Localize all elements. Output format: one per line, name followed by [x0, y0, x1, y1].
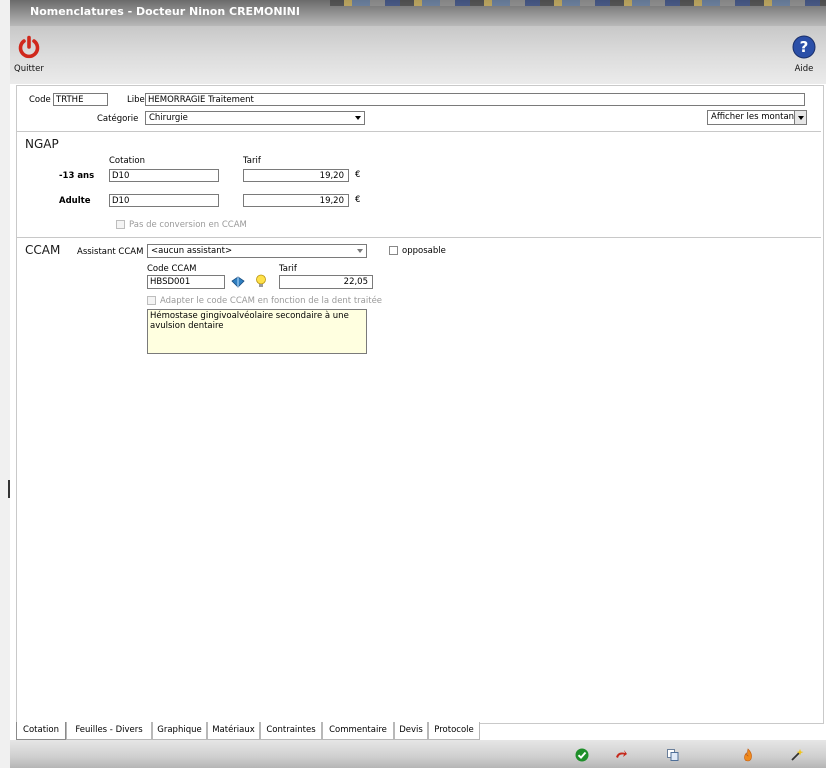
- ccam-tarif-field[interactable]: 22,05: [279, 275, 373, 289]
- chevron-down-icon: [357, 249, 363, 253]
- adapt-label: Adapter le code CCAM en fonction de la d…: [160, 296, 383, 306]
- window-title: Nomenclatures - Docteur Ninon CREMONINI: [30, 5, 300, 18]
- adapt-checkbox[interactable]: [147, 296, 156, 305]
- ngap-tarif-header: Tarif: [243, 156, 261, 166]
- divider: [17, 131, 821, 132]
- assistant-select[interactable]: <aucun assistant>: [147, 244, 367, 258]
- book-icon[interactable]: [231, 275, 245, 289]
- tab-contraintes[interactable]: Contraintes: [260, 722, 322, 740]
- ccam-code-header: Code CCAM: [147, 264, 197, 274]
- chevron-down-icon: [355, 116, 361, 120]
- copy-icon[interactable]: [666, 748, 680, 762]
- tab-commentaire[interactable]: Commentaire: [322, 722, 394, 740]
- ccam-tarif-header: Tarif: [279, 264, 297, 274]
- help-icon: ?: [792, 35, 816, 59]
- tab-protocole[interactable]: Protocole: [428, 722, 480, 740]
- currency-symbol: €: [355, 195, 361, 205]
- ngap-row-label: -13 ans: [59, 171, 95, 181]
- svg-text:?: ?: [800, 38, 809, 56]
- tab-cotation[interactable]: Cotation: [16, 722, 66, 740]
- title-bar: Nomenclatures - Docteur Ninon CREMONINI: [10, 0, 826, 26]
- ngap-tarif-field[interactable]: 19,20: [243, 194, 349, 207]
- categorie-label: Catégorie: [97, 114, 139, 124]
- tab-feuilles-divers[interactable]: Feuilles - Divers: [66, 722, 152, 740]
- assistant-value: <aucun assistant>: [151, 246, 233, 256]
- main-panel: Code TRTHE Libellé HEMORRAGIE Traitement…: [16, 85, 824, 724]
- ngap-row-label: Adulte: [59, 196, 91, 206]
- help-button[interactable]: ? Aide: [792, 35, 816, 74]
- lightbulb-icon[interactable]: [255, 274, 267, 289]
- quit-label: Quitter: [14, 64, 44, 74]
- tab-graphique[interactable]: Graphique: [152, 722, 207, 740]
- ngap-cotation-field[interactable]: D10: [109, 169, 219, 182]
- dropdown-button[interactable]: [794, 111, 806, 124]
- undo-icon[interactable]: [614, 748, 628, 762]
- no-conversion-checkbox[interactable]: [116, 220, 125, 229]
- no-conversion-label: Pas de conversion en CCAM: [129, 220, 247, 230]
- background-strip: [330, 0, 826, 6]
- tab-devis[interactable]: Devis: [394, 722, 428, 740]
- currency-symbol: €: [355, 170, 361, 180]
- code-label: Code: [29, 95, 51, 105]
- libelle-field[interactable]: HEMORRAGIE Traitement: [145, 93, 805, 106]
- tab-materiaux[interactable]: Matériaux: [207, 722, 260, 740]
- ccam-description[interactable]: Hémostase gingivoalvéolaire secondaire à…: [147, 309, 367, 354]
- ngap-cotation-field[interactable]: D10: [109, 194, 219, 207]
- opposable-checkbox[interactable]: [389, 246, 398, 255]
- magic-wand-icon[interactable]: [790, 748, 804, 762]
- app-window: Nomenclatures - Docteur Ninon CREMONINI …: [10, 0, 826, 768]
- categorie-select[interactable]: Chirurgie: [145, 111, 365, 125]
- power-icon: [18, 35, 40, 59]
- help-label: Aide: [794, 64, 814, 74]
- display-amount-value: Afficher les montant: [711, 112, 798, 122]
- code-field[interactable]: TRTHE: [53, 93, 108, 106]
- divider: [17, 237, 821, 238]
- ccam-code-field[interactable]: HBSD001: [147, 275, 225, 289]
- ngap-cotation-header: Cotation: [109, 156, 145, 166]
- ccam-title: CCAM: [25, 243, 61, 257]
- quit-button[interactable]: Quitter: [14, 35, 44, 74]
- toolbar: Quitter ? Aide: [10, 26, 826, 84]
- assistant-label: Assistant CCAM: [77, 247, 144, 257]
- chevron-down-icon: [798, 116, 804, 120]
- display-amount-select[interactable]: Afficher les montant: [707, 110, 807, 125]
- ngap-title: NGAP: [25, 137, 59, 151]
- bottom-toolbar: [10, 740, 826, 768]
- ngap-tarif-field[interactable]: 19,20: [243, 169, 349, 182]
- categorie-value: Chirurgie: [149, 113, 188, 123]
- opposable-label: opposable: [402, 246, 446, 256]
- fire-icon[interactable]: [741, 748, 755, 762]
- validate-icon[interactable]: [575, 748, 589, 762]
